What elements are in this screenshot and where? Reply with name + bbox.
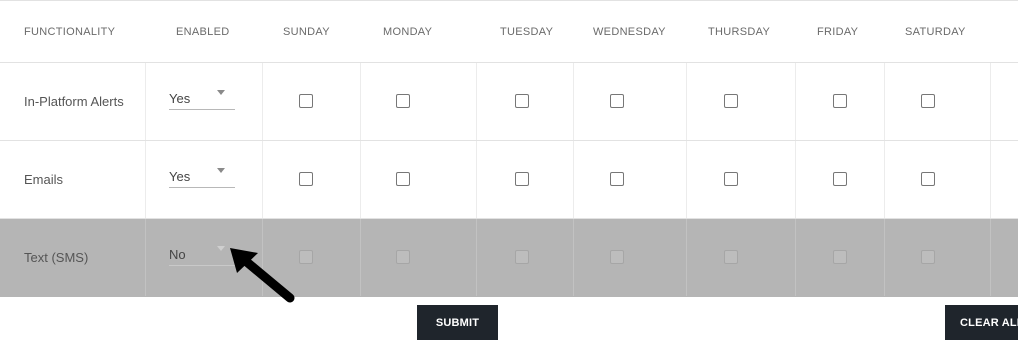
column-header-saturday: SATURDAY [905,25,966,38]
functionality-label: Text (SMS) [24,250,89,265]
table-header-row: FUNCTIONALITY ENABLED SUNDAY MONDAY TUES… [0,0,1018,63]
checkbox-friday [833,250,847,264]
checkbox-wednesday[interactable] [610,94,624,108]
caret-down-icon [217,246,225,251]
table-row: Emails Yes [0,141,1018,219]
enabled-select[interactable]: Yes [169,83,235,110]
functionality-label: In-Platform Alerts [24,94,124,109]
checkbox-wednesday[interactable] [610,172,624,186]
checkbox-monday[interactable] [396,94,410,108]
checkbox-sunday[interactable] [299,94,313,108]
enabled-select-value: Yes [169,91,191,106]
checkbox-tuesday[interactable] [515,94,529,108]
checkbox-wednesday [610,250,624,264]
table-row: In-Platform Alerts Yes [0,63,1018,141]
checkbox-saturday[interactable] [921,94,935,108]
checkbox-saturday[interactable] [921,172,935,186]
checkbox-sunday [299,250,313,264]
checkbox-tuesday [515,250,529,264]
column-header-monday: MONDAY [383,25,433,38]
submit-button[interactable]: SUBMIT [417,305,498,340]
table-row-disabled: Text (SMS) No [0,219,1018,297]
checkbox-thursday[interactable] [724,94,738,108]
clear-all-button[interactable]: CLEAR ALL [945,305,1018,340]
functionality-label: Emails [24,172,64,187]
checkbox-sunday[interactable] [299,172,313,186]
column-header-wednesday: WEDNESDAY [593,25,666,38]
checkbox-friday[interactable] [833,172,847,186]
checkbox-saturday [921,250,935,264]
caret-down-icon [217,168,225,173]
checkbox-monday [396,250,410,264]
arrow-icon [230,248,295,303]
notification-settings-table: FUNCTIONALITY ENABLED SUNDAY MONDAY TUES… [0,0,1018,297]
enabled-select[interactable]: No [169,239,235,266]
enabled-select-value: No [169,247,186,262]
checkbox-monday[interactable] [396,172,410,186]
checkbox-friday[interactable] [833,94,847,108]
checkbox-tuesday[interactable] [515,172,529,186]
checkbox-thursday [724,250,738,264]
enabled-select[interactable]: Yes [169,161,235,188]
column-header-friday: FRIDAY [817,25,859,38]
column-header-thursday: THURSDAY [708,25,771,38]
column-header-functionality: FUNCTIONALITY [24,25,116,38]
checkbox-thursday[interactable] [724,172,738,186]
enabled-select-value: Yes [169,169,191,184]
column-header-enabled: ENABLED [176,25,230,38]
caret-down-icon [217,90,225,95]
column-header-sunday: SUNDAY [283,25,330,38]
column-header-tuesday: TUESDAY [500,25,554,38]
